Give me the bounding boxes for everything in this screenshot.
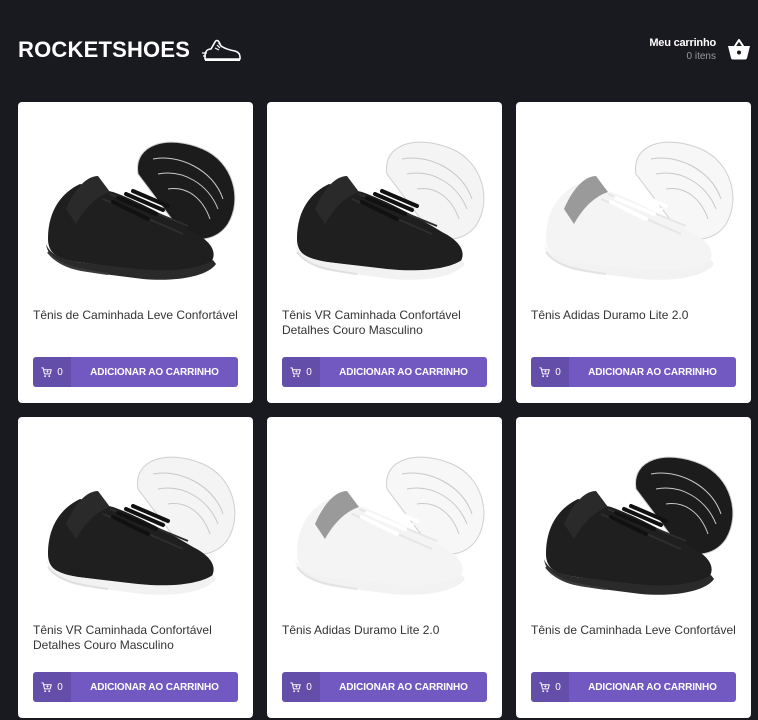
- cart-amount: 0: [531, 672, 569, 702]
- product-title: Tênis Adidas Duramo Lite 2.0: [282, 623, 440, 637]
- add-to-cart-label: ADICIONAR AO CARRINHO: [339, 366, 468, 378]
- add-to-cart-button[interactable]: 0 ADICIONAR AO CARRINHO: [282, 672, 487, 702]
- amount-value: 0: [57, 366, 63, 378]
- cart-info: Meu carrinho 0 itens: [649, 37, 716, 62]
- add-to-cart-label: ADICIONAR AO CARRINHO: [339, 681, 468, 693]
- product-image[interactable]: [267, 114, 502, 289]
- product-title: Tênis Adidas Duramo Lite 2.0: [531, 308, 689, 322]
- shoe-logo-icon: [202, 39, 241, 61]
- product-image[interactable]: [267, 429, 502, 604]
- product-image[interactable]: [18, 114, 253, 289]
- amount-value: 0: [555, 366, 561, 378]
- add-to-cart-label: ADICIONAR AO CARRINHO: [90, 681, 219, 693]
- amount-value: 0: [306, 366, 312, 378]
- amount-value: 0: [306, 681, 312, 693]
- product-title: Tênis VR Caminhada Confortável Detalhes …: [282, 308, 461, 337]
- product-title: Tênis de Caminhada Leve Confortável: [33, 308, 238, 322]
- add-shopping-cart-icon: [290, 366, 301, 377]
- product-image[interactable]: [516, 114, 751, 289]
- cart-link[interactable]: Meu carrinho 0 itens: [649, 36, 752, 62]
- product-image[interactable]: [18, 429, 253, 604]
- product-card: Tênis VR Caminhada Confortável Detalhes …: [18, 417, 253, 718]
- add-shopping-cart-icon: [539, 681, 550, 692]
- product-list: Tênis de Caminhada Leve Confortável 0 AD…: [18, 102, 751, 718]
- add-to-cart-label: ADICIONAR AO CARRINHO: [588, 366, 717, 378]
- cart-amount: 0: [531, 357, 569, 387]
- header: ROCKETSHOES Meu carrinho 0 itens: [0, 0, 758, 100]
- add-to-cart-button[interactable]: 0 ADICIONAR AO CARRINHO: [282, 357, 487, 387]
- cart-amount: 0: [33, 672, 71, 702]
- product-card: Tênis VR Caminhada Confortável Detalhes …: [267, 102, 502, 403]
- add-to-cart-label: ADICIONAR AO CARRINHO: [588, 681, 717, 693]
- cart-title: Meu carrinho: [649, 36, 716, 49]
- cart-count: 0 itens: [686, 50, 716, 62]
- product-title: Tênis VR Caminhada Confortável Detalhes …: [33, 623, 212, 652]
- amount-value: 0: [57, 681, 63, 693]
- product-card: Tênis de Caminhada Leve Confortável 0 AD…: [18, 102, 253, 403]
- add-shopping-cart-icon: [41, 681, 52, 692]
- cart-amount: 0: [33, 357, 71, 387]
- add-to-cart-button[interactable]: 0 ADICIONAR AO CARRINHO: [33, 672, 238, 702]
- cart-amount: 0: [282, 357, 320, 387]
- add-to-cart-button[interactable]: 0 ADICIONAR AO CARRINHO: [531, 672, 736, 702]
- add-to-cart-button[interactable]: 0 ADICIONAR AO CARRINHO: [531, 357, 736, 387]
- add-to-cart-label: ADICIONAR AO CARRINHO: [90, 366, 219, 378]
- add-shopping-cart-icon: [539, 366, 550, 377]
- product-card: Tênis Adidas Duramo Lite 2.0 0 ADICIONAR…: [516, 102, 751, 403]
- product-card: Tênis de Caminhada Leve Confortável 0 AD…: [516, 417, 751, 718]
- amount-value: 0: [555, 681, 561, 693]
- logo[interactable]: ROCKETSHOES: [18, 36, 242, 64]
- add-shopping-cart-icon: [290, 681, 301, 692]
- add-shopping-cart-icon: [41, 366, 52, 377]
- product-title: Tênis de Caminhada Leve Confortável: [531, 623, 736, 637]
- logo-text: ROCKETSHOES: [18, 37, 191, 62]
- product-image[interactable]: [516, 429, 751, 604]
- product-card: Tênis Adidas Duramo Lite 2.0 0 ADICIONAR…: [267, 417, 502, 718]
- add-to-cart-button[interactable]: 0 ADICIONAR AO CARRINHO: [33, 357, 238, 387]
- cart-amount: 0: [282, 672, 320, 702]
- shopping-basket-icon: [728, 39, 750, 60]
